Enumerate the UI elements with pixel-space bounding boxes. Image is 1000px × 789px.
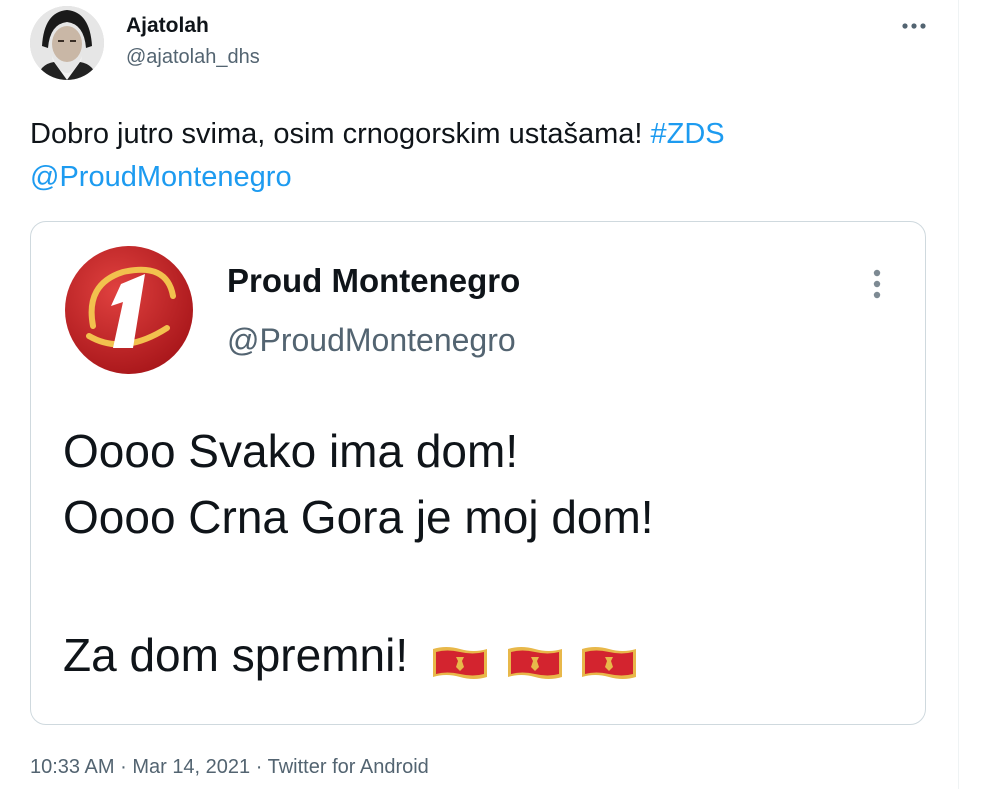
tweet-text-body: Dobro jutro svima, osim crnogorskim usta…: [30, 118, 643, 150]
number-one-logo-icon: [65, 246, 193, 374]
mention-link[interactable]: @ProudMontenegro: [30, 161, 292, 193]
tweet-date[interactable]: Mar 14, 2021: [132, 756, 250, 778]
montenegro-flag-icon: [432, 646, 487, 679]
montenegro-flag-icon: [507, 646, 562, 679]
ellipsis-vertical-icon: [873, 269, 881, 299]
tweet-source[interactable]: Twitter for Android: [268, 756, 429, 778]
author-avatar[interactable]: [30, 6, 104, 80]
portrait-avatar-icon: [30, 6, 104, 80]
flag-emojis: [431, 626, 643, 692]
montenegro-flag-icon: [582, 646, 637, 679]
meta-separator: ·: [255, 756, 263, 778]
quoted-tweet-text: Oooo Svako ima dom! Oooo Crna Gora je mo…: [63, 418, 654, 692]
quoted-tweet-card[interactable]: Proud Montenegro @ProudMontenegro Oooo S…: [30, 221, 926, 725]
tweet-text: Dobro jutro svima, osim crnogorskim usta…: [30, 113, 930, 199]
quoted-closing-line: Za dom spremni!: [63, 622, 654, 692]
tweet-meta: 10:33 AM · Mar 14, 2021 · Twitter for An…: [30, 756, 429, 779]
hashtag-link[interactable]: #ZDS: [650, 118, 724, 150]
quoted-line-2: Oooo Crna Gora je moj dom!: [63, 491, 654, 543]
quoted-author-handle[interactable]: @ProudMontenegro: [227, 322, 516, 359]
quoted-more-button[interactable]: [867, 266, 887, 302]
quoted-author-name[interactable]: Proud Montenegro: [227, 262, 520, 300]
ellipsis-horizontal-icon: [902, 23, 926, 29]
quoted-line-1: Oooo Svako ima dom!: [63, 425, 519, 477]
author-handle[interactable]: @ajatolah_dhs: [126, 46, 260, 69]
more-options-button[interactable]: [900, 16, 928, 36]
meta-separator: ·: [120, 756, 127, 778]
author-name[interactable]: Ajatolah: [126, 14, 209, 38]
quoted-avatar[interactable]: [63, 244, 195, 376]
tweet-time[interactable]: 10:33 AM: [30, 756, 115, 778]
right-divider: [958, 0, 959, 789]
quoted-closing-text: Za dom spremni!: [63, 629, 409, 681]
